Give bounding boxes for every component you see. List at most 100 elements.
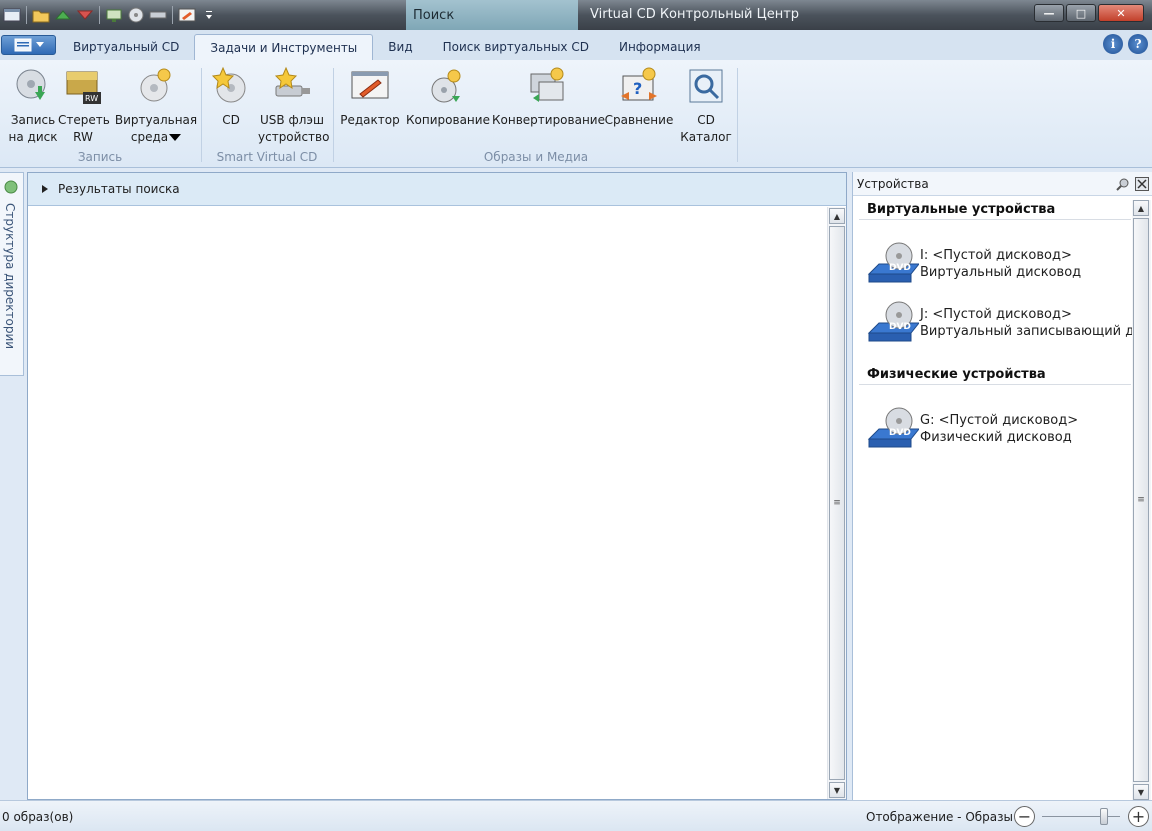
zoom-out-icon[interactable]: − [1014,806,1035,827]
close-button[interactable]: ✕ [1098,4,1144,22]
device-line-2: Виртуальный дисковод [920,265,1082,280]
virtual-environment-label-text: среда [130,130,169,144]
dvd-drive-icon: DVD [867,238,921,288]
virtual-environment-label-1: Виртуальная [114,113,198,127]
scrollbar-thumb[interactable]: ≡ [829,226,845,780]
cd-label: CD [222,113,240,127]
cd-catalog-icon [686,66,726,106]
usb-flash-label-1: USB флэш [260,113,324,127]
ribbon: Запись на диск RW Стереть RW Виртуальная… [0,60,1152,168]
customize-qat-icon[interactable] [199,5,219,25]
chevron-down-icon [35,42,44,47]
convert-button[interactable]: Конвертирование [492,66,605,129]
open-folder-icon[interactable] [31,5,51,25]
status-dot-icon [4,180,18,194]
window-controls: — □ ✕ [1034,4,1144,22]
dvd-drive-icon: DVD [867,297,921,347]
devices-title: Устройства [857,176,929,191]
quick-access-toolbar [2,4,219,26]
network-icon[interactable] [104,5,124,25]
green-arrow-icon[interactable] [53,5,73,25]
cd-catalog-label-2: Каталог [680,130,732,144]
devices-panel: Устройства Виртуальные устройства DVD I:… [852,172,1152,800]
main-vertical-scrollbar[interactable]: ▲ ≡ ▼ [827,207,846,799]
help-icons: i ? [1103,34,1148,54]
window-menu-icon[interactable] [2,5,22,25]
svg-text:DVD: DVD [889,263,911,273]
qat-separator [26,6,27,24]
pin-icon[interactable] [1115,176,1130,191]
cd-catalog-button[interactable]: CD Каталог [678,66,734,146]
editor-icon [350,66,390,106]
expand-arrow-icon[interactable] [42,185,48,193]
scroll-down-icon[interactable]: ▼ [829,782,845,798]
zoom-slider-track[interactable] [1042,816,1120,817]
group-label-zapis: Запись [77,150,123,164]
group-label-smart: Smart Virtual CD [216,150,318,164]
editor-small-icon[interactable] [177,5,197,25]
red-arrow-icon[interactable] [75,5,95,25]
qat-separator [172,6,173,24]
burn-disc-label-2: на диск [8,130,58,144]
burn-disc-button[interactable]: Запись на диск [6,66,60,146]
cd-catalog-label-1: CD [697,113,715,127]
status-bar: 0 образ(ов) Отображение - Образы − + [0,800,1152,831]
tab-tasks-tools[interactable]: Задачи и Инструменты [194,34,374,60]
devices-header: Устройства [853,172,1152,196]
help-icon[interactable]: ? [1128,34,1148,54]
virtual-devices-heading: Виртуальные устройства [859,202,1131,220]
disc-icon[interactable] [126,5,146,25]
tab-information[interactable]: Информация [604,34,716,60]
group-label-images: Образы и Медиа [483,150,589,164]
compare-icon: ? [619,66,659,106]
dvd-drive-icon: DVD [867,403,921,453]
tab-search-virtual-cd[interactable]: Поиск виртуальных CD [428,34,604,60]
context-tab-search[interactable]: Поиск [406,0,578,30]
svg-text:?: ? [633,79,642,98]
scroll-down-icon[interactable]: ▼ [1133,784,1149,800]
devices-vertical-scrollbar[interactable]: ▲ ≡ ▼ [1132,200,1151,800]
group-smart-virtual-cd: CD USB флэш устройство Smart Virtual CD [202,64,332,168]
device-item-physical-g[interactable]: DVD G: <Пустой дисковод> Физический диск… [867,403,1137,453]
ribbon-tab-row: Виртуальный CD Задачи и Инструменты Вид … [0,30,1152,60]
device-item-virtual-i[interactable]: DVD I: <Пустой дисковод> Виртуальный дис… [867,238,1137,288]
device-line-1: G: <Пустой дисковод> [920,413,1079,428]
compare-button[interactable]: ? Сравнение [604,66,674,129]
tab-view[interactable]: Вид [373,34,427,60]
scroll-up-icon[interactable]: ▲ [829,208,845,224]
search-results-header[interactable]: Результаты поиска [28,173,846,206]
copy-button[interactable]: Копирование [406,66,490,129]
view-mode-label: Отображение - Образы [866,810,1013,824]
scroll-up-icon[interactable]: ▲ [1133,200,1149,216]
copy-label: Копирование [406,113,490,127]
convert-icon [527,66,567,106]
minimize-button[interactable]: — [1034,4,1064,22]
virtual-environment-button[interactable]: Виртуальная среда [114,66,198,146]
scrollbar-thumb[interactable]: ≡ [1133,218,1149,782]
zoom-in-icon[interactable]: + [1128,806,1149,827]
maximize-button[interactable]: □ [1066,4,1096,22]
drive-icon[interactable] [148,5,168,25]
virtual-environment-label-2: среда [114,129,198,146]
cd-button[interactable]: CD [208,66,254,129]
device-line-2: Физический дисковод [920,430,1072,445]
device-line-1: J: <Пустой дисковод> [920,307,1072,322]
usb-flash-button[interactable]: USB флэш устройство [258,66,329,146]
device-item-virtual-j[interactable]: DVD J: <Пустой дисковод> Виртуальный зап… [867,297,1137,347]
ribbon-tabs: Виртуальный CD Задачи и Инструменты Вид … [58,34,716,60]
close-panel-icon[interactable] [1134,176,1149,191]
dropdown-arrow-icon [169,134,182,141]
info-icon[interactable]: i [1103,34,1123,54]
tab-virtual-cd[interactable]: Виртуальный CD [58,34,194,60]
erase-rw-button[interactable]: RW Стереть RW [58,66,110,146]
usb-flash-icon [272,66,312,106]
directory-structure-label: Структура директории [3,203,17,350]
app-menu-icon [14,38,31,52]
directory-structure-pane[interactable]: Структура директории [0,172,24,376]
burn-disc-label-1: Запись [10,113,56,127]
editor-button[interactable]: Редактор [338,66,402,129]
burn-disc-icon [13,66,53,106]
zoom-slider-thumb[interactable] [1100,808,1109,825]
cd-star-icon [211,66,251,106]
application-menu-button[interactable] [1,35,56,55]
